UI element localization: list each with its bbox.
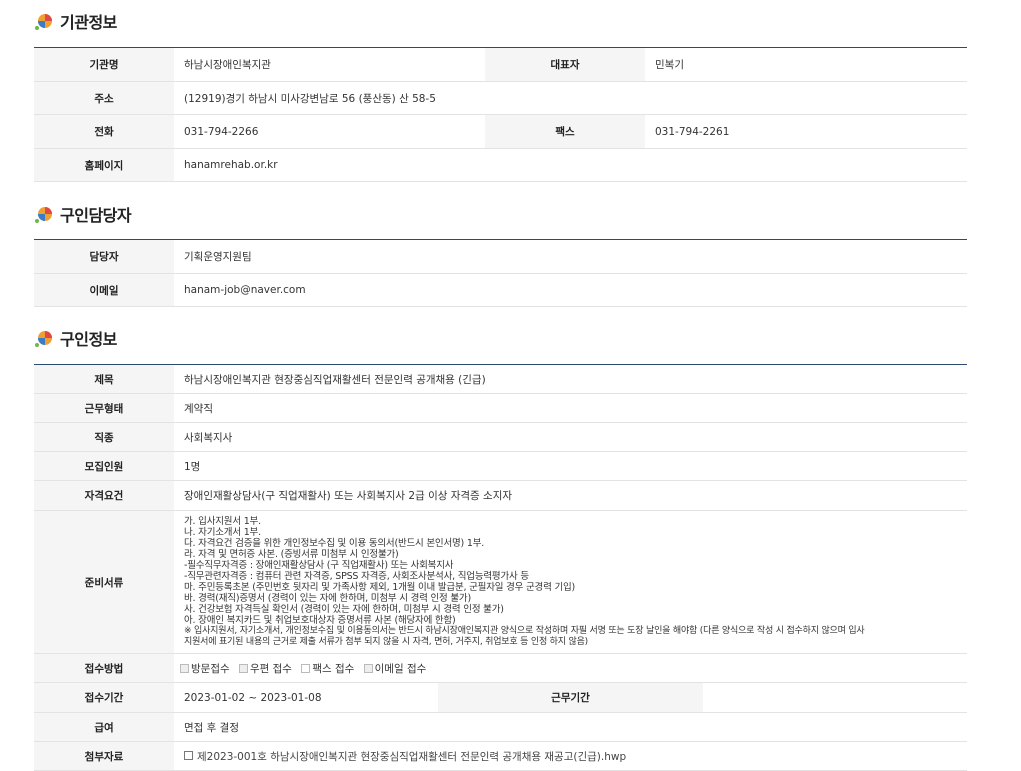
req-value: 장애인재활상담사(구 직업재활사) 또는 사회복지사 2급 이상 자격증 소지자 xyxy=(174,480,967,511)
kind-value: 사회복지사 xyxy=(174,422,967,452)
person-label: 담당자 xyxy=(34,239,174,274)
org-name-value: 하남시장애인복지관 xyxy=(174,47,485,82)
period-value: 2023-01-02 ~ 2023-01-08 xyxy=(174,682,439,713)
method-mail: 우편 접수 xyxy=(238,661,292,676)
docs-line: 바. 경력(재직)증명서 (경력이 있는 자에 한하며, 미첨부 시 경력 인정… xyxy=(184,593,471,604)
org-info-table: 기관명 하남시장애인복지관 대표자 민복기 주소 (12919)경기 하남시 미… xyxy=(34,47,967,182)
method-label: 접수방법 xyxy=(34,653,174,683)
method-value: 방문접수 우편 접수 팩스 접수 이메일 접수 xyxy=(174,653,967,683)
table-row: 근무형태 계약직 xyxy=(34,393,967,423)
email-value: hanam-job@naver.com xyxy=(174,273,967,307)
docs-line: 가. 입사지원서 1부. xyxy=(184,516,261,527)
bullet-logo-icon xyxy=(35,14,52,30)
table-row: 모집인원 1명 xyxy=(34,451,967,481)
workperiod-label: 근무기간 xyxy=(438,682,703,713)
kind-label: 직종 xyxy=(34,422,174,452)
attach-value: 제2023-001호 하남시장애인복지관 현장중심직업재활센터 전문인력 공개채… xyxy=(174,741,967,771)
docs-label: 준비서류 xyxy=(34,510,174,654)
table-row: 전화 031-794-2266 팩스 031-794-2261 xyxy=(34,114,967,149)
type-label: 근무형태 xyxy=(34,393,174,423)
pay-label: 급여 xyxy=(34,712,174,742)
section-title-contact: 구인담당자 xyxy=(34,199,132,229)
count-value: 1명 xyxy=(174,451,967,481)
table-row: 준비서류 가. 입사지원서 1부. 나. 자기소개서 1부. 다. 자격요건 검… xyxy=(34,510,967,654)
workperiod-value xyxy=(702,682,967,713)
req-label: 자격요건 xyxy=(34,480,174,511)
method-visit: 방문접수 xyxy=(180,661,230,676)
job-table: 제목 하남시장애인복지관 현장중심직업재활센터 전문인력 공개채용 (긴급) 근… xyxy=(34,364,967,771)
section-title-job: 구인정보 xyxy=(34,323,117,353)
docs-line: 나. 자기소개서 1부. xyxy=(184,527,261,538)
rep-label: 대표자 xyxy=(485,47,645,82)
checkbox-icon xyxy=(363,663,373,673)
tel-value: 031-794-2266 xyxy=(174,114,485,149)
subject-value: 하남시장애인복지관 현장중심직업재활센터 전문인력 공개채용 (긴급) xyxy=(174,364,967,394)
docs-value: 가. 입사지원서 1부. 나. 자기소개서 1부. 다. 자격요건 검증을 위한… xyxy=(174,510,967,654)
method-email: 이메일 접수 xyxy=(363,661,427,676)
person-value: 기획운영지원팀 xyxy=(174,239,967,274)
docs-line: 사. 건강보험 자격득실 확인서 (경력이 있는 자에 한하며, 미첨부 시 경… xyxy=(184,604,504,615)
docs-line: 다. 자격요건 검증을 위한 개인정보수집 및 이용 동의서(반드시 본인서명)… xyxy=(184,538,485,549)
docs-line: 마. 주민등록초본 (주민번호 뒷자리 및 가족사항 제외, 1개월 이내 발급… xyxy=(184,582,576,593)
addr-value: (12919)경기 하남시 미사강변남로 56 (풍산동) 산 58-5 xyxy=(174,81,967,115)
type-value: 계약직 xyxy=(174,393,967,423)
fax-value: 031-794-2261 xyxy=(645,114,967,149)
docs-line: 라. 자격 및 면허증 사본. (증빙서류 미첨부 시 인정불가) xyxy=(184,549,399,560)
docs-line: 아. 장애인 복지카드 및 취업보호대상자 증명서류 사본 (해당자에 한함) xyxy=(184,615,456,626)
tel-label: 전화 xyxy=(34,114,174,149)
pay-value: 면접 후 결정 xyxy=(174,712,967,742)
method-text: 우편 접수 xyxy=(249,662,292,675)
bullet-logo-icon xyxy=(35,207,52,223)
table-row: 주소 (12919)경기 하남시 미사강변남로 56 (풍산동) 산 58-5 xyxy=(34,81,967,115)
subject-label: 제목 xyxy=(34,364,174,394)
attach-label: 첨부자료 xyxy=(34,741,174,771)
method-text: 이메일 접수 xyxy=(374,662,427,675)
section-title-text: 구인담당자 xyxy=(60,206,132,225)
fax-label: 팩스 xyxy=(485,114,645,149)
table-row: 이메일 hanam-job@naver.com xyxy=(34,273,967,307)
docs-line: ※ 입사지원서, 자기소개서, 개인정보수집 및 이용동의서는 반드시 하남시장… xyxy=(184,626,865,636)
home-label: 홈페이지 xyxy=(34,148,174,182)
addr-label: 주소 xyxy=(34,81,174,115)
table-row: 자격요건 장애인재활상담사(구 직업재활사) 또는 사회복지사 2급 이상 자격… xyxy=(34,480,967,511)
table-row: 접수기간 2023-01-02 ~ 2023-01-08 근무기간 xyxy=(34,682,967,713)
period-label: 접수기간 xyxy=(34,682,174,713)
count-label: 모집인원 xyxy=(34,451,174,481)
bullet-logo-icon xyxy=(35,331,52,347)
method-text: 팩스 접수 xyxy=(312,662,355,675)
section-title-text: 기관정보 xyxy=(60,13,117,32)
checkbox-icon xyxy=(301,663,311,673)
docs-line: -필수직무자격증 : 장애인재활상담사 (구 직업재활사) 또는 사회복지사 xyxy=(184,560,454,571)
method-fax: 팩스 접수 xyxy=(301,661,354,676)
table-row: 직종 사회복지사 xyxy=(34,422,967,452)
checkbox-icon xyxy=(238,663,248,673)
table-row: 급여 면접 후 결정 xyxy=(34,712,967,742)
file-icon xyxy=(184,750,193,760)
table-row: 담당자 기획운영지원팀 xyxy=(34,239,967,274)
table-row: 기관명 하남시장애인복지관 대표자 민복기 xyxy=(34,47,967,82)
email-label: 이메일 xyxy=(34,273,174,307)
checkbox-icon xyxy=(180,663,189,673)
table-row: 첨부자료 제2023-001호 하남시장애인복지관 현장중심직업재활센터 전문인… xyxy=(34,741,967,771)
section-title-org: 기관정보 xyxy=(34,6,117,36)
table-row: 홈페이지 hanamrehab.or.kr xyxy=(34,148,967,182)
org-name-label: 기관명 xyxy=(34,47,174,82)
docs-line: -직무관련자격증 : 컴퓨터 관련 자격증, SPSS 자격증, 사회조사분석사… xyxy=(184,571,529,582)
contact-table: 담당자 기획운영지원팀 이메일 hanam-job@naver.com xyxy=(34,239,967,307)
method-text: 방문접수 xyxy=(191,662,230,675)
attachment-link[interactable]: 제2023-001호 하남시장애인복지관 현장중심직업재활센터 전문인력 공개채… xyxy=(197,751,626,763)
section-title-text: 구인정보 xyxy=(60,330,117,349)
rep-value: 민복기 xyxy=(645,47,967,82)
homepage-link[interactable]: hanamrehab.or.kr xyxy=(174,148,967,182)
docs-line: 지원서에 표기된 내용의 근거로 제출 서류가 첨부 되지 않을 시 자격, 면… xyxy=(184,637,588,647)
table-row: 접수방법 방문접수 우편 접수 팩스 접수 이메일 접수 xyxy=(34,653,967,683)
table-row: 제목 하남시장애인복지관 현장중심직업재활센터 전문인력 공개채용 (긴급) xyxy=(34,364,967,394)
